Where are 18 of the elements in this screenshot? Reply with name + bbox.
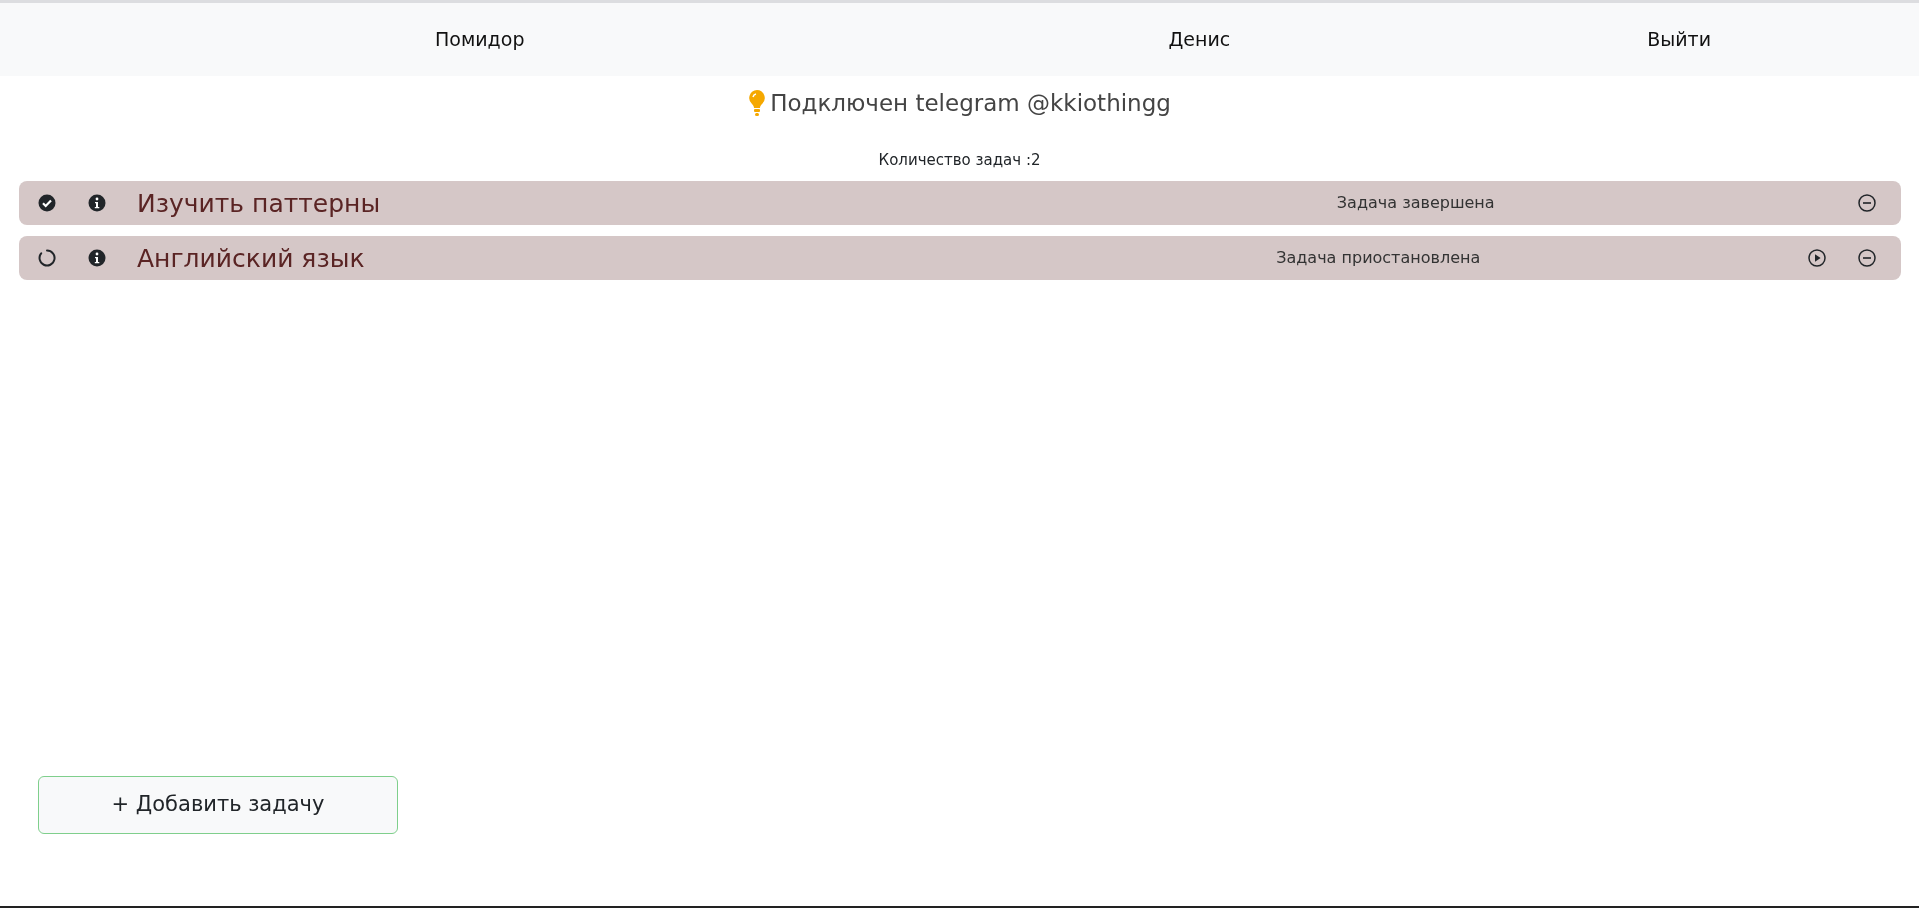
logout-link[interactable]: Выйти: [1647, 28, 1712, 51]
remove-icon[interactable]: [1858, 249, 1876, 268]
remove-icon[interactable]: [1858, 194, 1876, 213]
task-title: Английский язык: [136, 242, 366, 275]
task-status: Задача завершена: [1335, 192, 1496, 215]
info-icon[interactable]: [88, 249, 106, 268]
task-title: Изучить паттерны: [136, 187, 382, 220]
user-link[interactable]: Денис: [1168, 28, 1231, 51]
info-icon[interactable]: [88, 194, 106, 213]
brand-link[interactable]: Помидор: [435, 28, 525, 51]
play-icon[interactable]: [1808, 249, 1826, 268]
check-circle-icon: [38, 194, 56, 213]
telegram-status: Подключен telegram @kkiothingg: [770, 89, 1171, 118]
add-task-button[interactable]: + Добавить задачу: [38, 776, 398, 834]
task-count: Количество задач :2: [878, 150, 1041, 169]
task-status: Задача приостановлена: [1275, 247, 1482, 270]
spinner-icon: [38, 249, 56, 268]
lightbulb-icon: [748, 89, 767, 118]
